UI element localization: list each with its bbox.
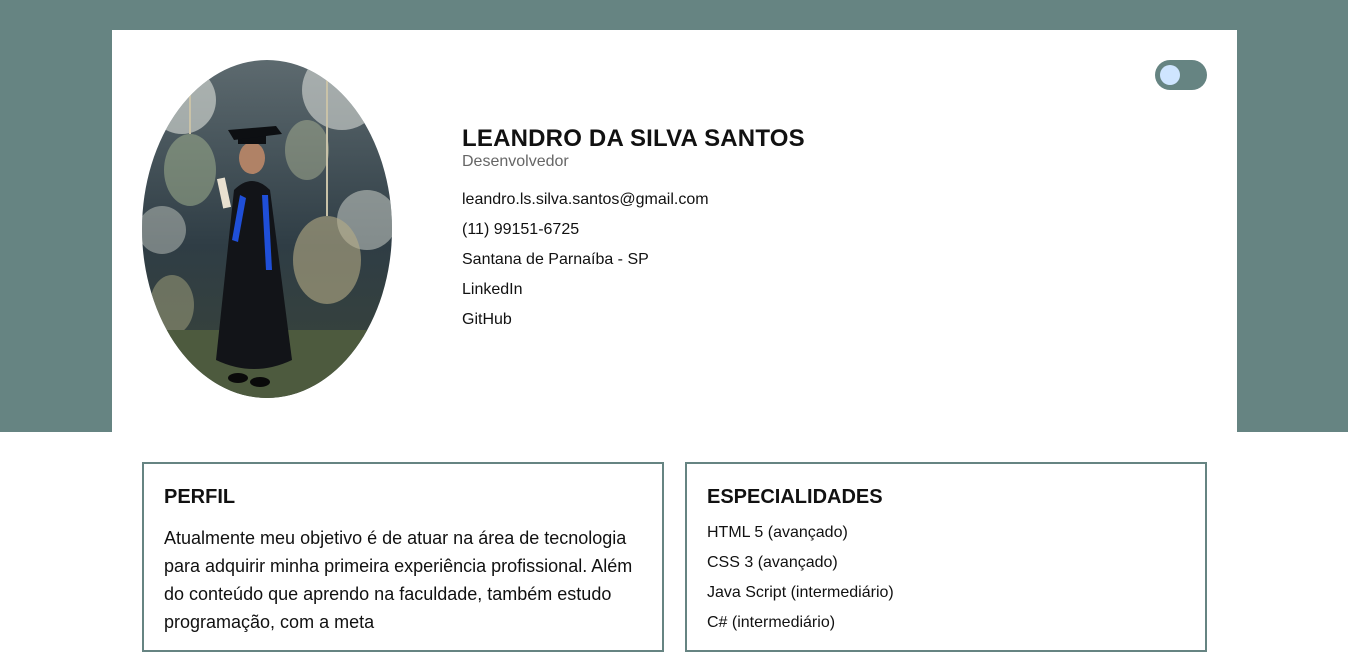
toggle-knob-icon: [1160, 65, 1180, 85]
theme-toggle[interactable]: [1155, 60, 1207, 90]
contact-email[interactable]: leandro.ls.silva.santos@gmail.com: [462, 185, 805, 215]
profile-role: Desenvolvedor: [462, 153, 569, 170]
especialidades-list: HTML 5 (avançado) CSS 3 (avançado) Java …: [707, 518, 894, 638]
perfil-text: Atualmente meu objetivo é de atuar na ár…: [164, 528, 633, 632]
list-item: HTML 5 (avançado): [707, 524, 848, 541]
contact-list: leandro.ls.silva.santos@gmail.com (11) 9…: [462, 185, 805, 335]
perfil-title: PERFIL: [164, 486, 236, 508]
especialidades-section: ESPECIALIDADES HTML 5 (avançado) CSS 3 (…: [685, 462, 1207, 652]
perfil-section: PERFIL Atualmente meu objetivo é de atua…: [142, 462, 664, 652]
profile-photo: [142, 60, 392, 398]
list-item: CSS 3 (avançado): [707, 554, 838, 571]
graduation-photo-icon: [142, 60, 392, 398]
list-item: Java Script (intermediário): [707, 584, 894, 601]
header-card: LEANDRO DA SILVA SANTOS Desenvolvedor le…: [112, 30, 1237, 432]
especialidades-title: ESPECIALIDADES: [707, 486, 883, 508]
contact-location: Santana de Parnaíba - SP: [462, 251, 649, 268]
profile-name: LEANDRO DA SILVA SANTOS: [462, 125, 805, 152]
linkedin-link[interactable]: LinkedIn: [462, 275, 805, 305]
profile-info: LEANDRO DA SILVA SANTOS Desenvolvedor le…: [462, 126, 805, 335]
list-item: C# (intermediário): [707, 614, 836, 631]
contact-phone: (11) 99151-6725: [462, 221, 580, 238]
github-link[interactable]: GitHub: [462, 305, 805, 335]
